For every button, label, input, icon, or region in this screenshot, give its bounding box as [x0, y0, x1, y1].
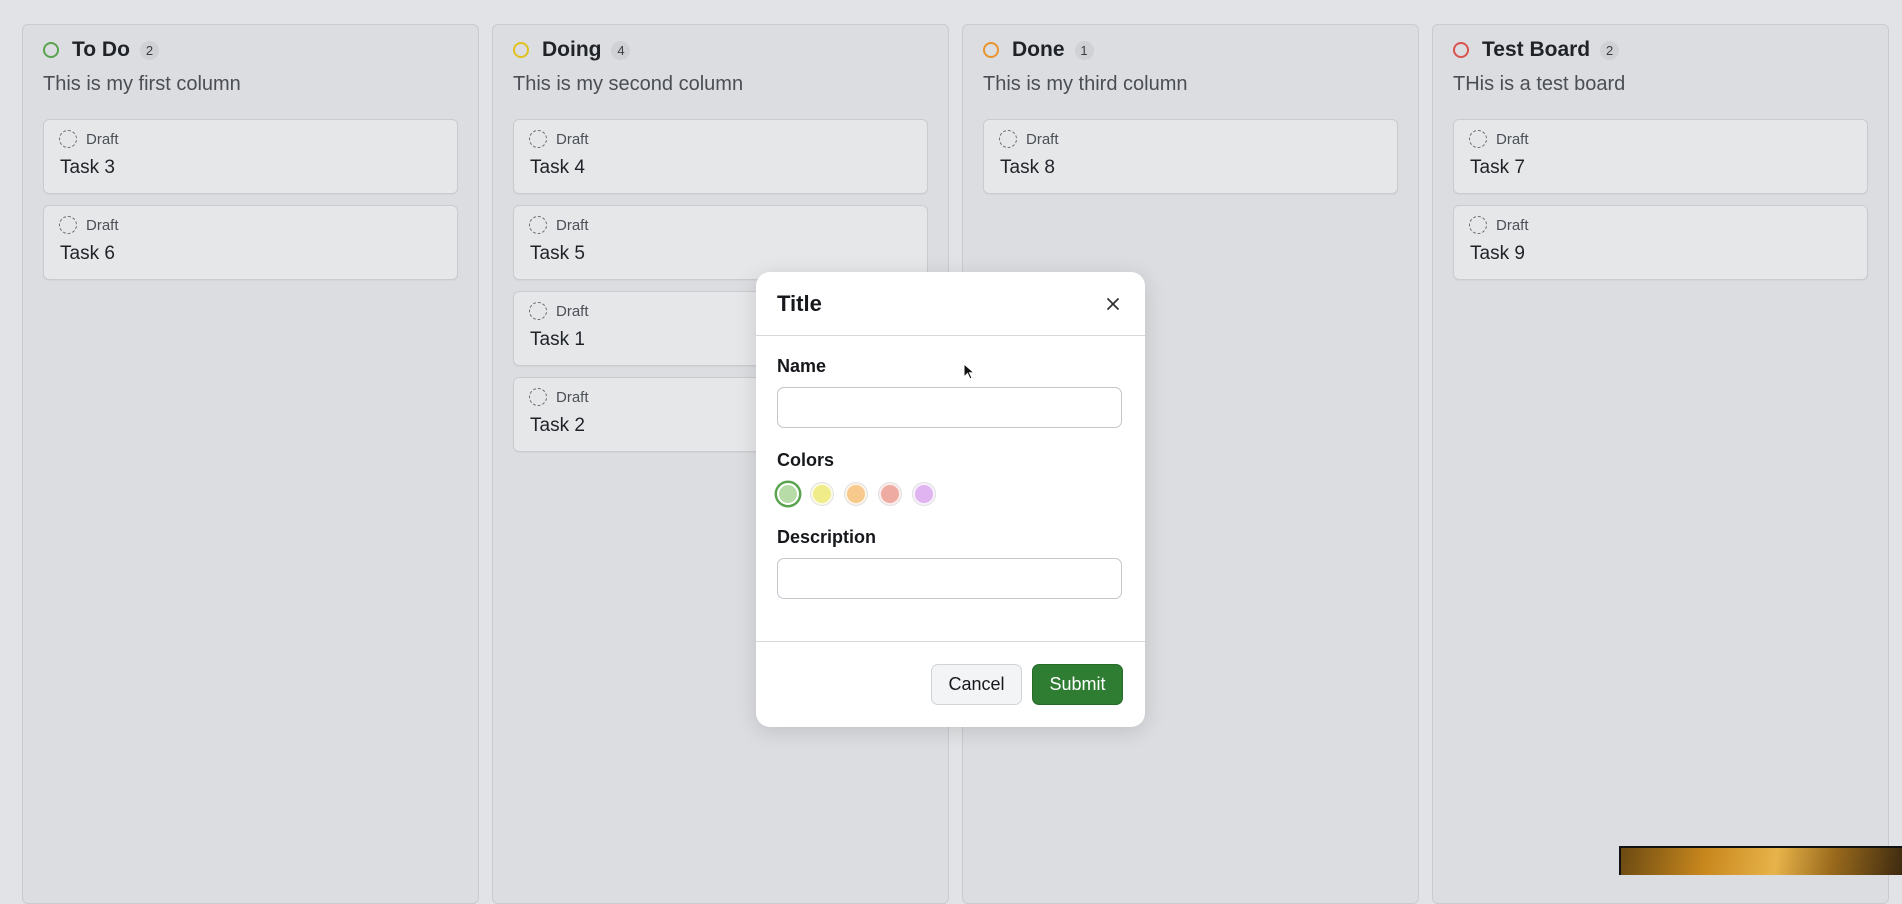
card-title: Task 2	[530, 415, 585, 436]
card-status: Draft	[529, 216, 589, 234]
task-card[interactable]: Draft Task 9	[1453, 205, 1868, 280]
card-status-label: Draft	[556, 302, 589, 320]
task-card[interactable]: Draft Task 5	[513, 205, 928, 280]
draft-status-icon	[529, 130, 547, 148]
card-status: Draft	[1469, 216, 1529, 234]
column-count-badge: 2	[139, 40, 159, 60]
description-input[interactable]	[777, 558, 1122, 599]
column-count-badge: 4	[611, 40, 631, 60]
name-label: Name	[777, 356, 827, 376]
column-header: Done 1	[983, 37, 1094, 63]
mouse-cursor-icon	[963, 363, 976, 380]
dialog-divider	[756, 641, 1145, 642]
card-status: Draft	[529, 302, 589, 320]
draft-status-icon	[1469, 216, 1487, 234]
column-description: This is my second column	[513, 73, 744, 95]
card-title: Task 4	[530, 157, 585, 178]
task-card[interactable]: Draft Task 7	[1453, 119, 1868, 194]
card-status-label: Draft	[1026, 130, 1059, 148]
color-swatch-yellow[interactable]	[811, 483, 833, 505]
card-title: Task 5	[530, 243, 585, 264]
card-status: Draft	[529, 388, 589, 406]
card-status-label: Draft	[1496, 216, 1529, 234]
colors-label: Colors	[777, 450, 835, 470]
status-ring-icon	[513, 42, 529, 58]
column-header: Test Board 2	[1453, 37, 1620, 63]
task-card[interactable]: Draft Task 4	[513, 119, 928, 194]
card-title: Task 3	[60, 157, 115, 178]
draft-status-icon	[1469, 130, 1487, 148]
card-status: Draft	[999, 130, 1059, 148]
card-title: Task 6	[60, 243, 115, 264]
task-card[interactable]: Draft Task 8	[983, 119, 1398, 194]
cancel-button[interactable]: Cancel	[931, 664, 1022, 705]
card-status-label: Draft	[556, 130, 589, 148]
name-input[interactable]	[777, 387, 1122, 428]
card-title: Task 1	[530, 329, 585, 350]
dialog-divider	[756, 335, 1145, 336]
card-status: Draft	[59, 130, 119, 148]
column-header: To Do 2	[43, 37, 159, 63]
column-title: Done	[1012, 38, 1065, 61]
card-title: Task 9	[1470, 243, 1525, 264]
draft-status-icon	[999, 130, 1017, 148]
color-swatch-orange[interactable]	[845, 483, 867, 505]
dialog-title: Title	[777, 291, 822, 316]
status-ring-icon	[983, 42, 999, 58]
status-ring-icon	[1453, 42, 1469, 58]
draft-status-icon	[59, 216, 77, 234]
status-ring-icon	[43, 42, 59, 58]
column-description: This is my third column	[983, 73, 1188, 95]
card-status: Draft	[59, 216, 119, 234]
column-title: Test Board	[1482, 38, 1591, 61]
column-title: Doing	[542, 38, 602, 61]
color-swatch-green[interactable]	[777, 483, 799, 505]
card-title: Task 8	[1000, 157, 1055, 178]
task-card[interactable]: Draft Task 3	[43, 119, 458, 194]
draft-status-icon	[59, 130, 77, 148]
close-icon	[1107, 298, 1119, 310]
description-label: Description	[777, 527, 877, 547]
submit-button[interactable]: Submit	[1032, 664, 1123, 705]
card-status-label: Draft	[556, 216, 589, 234]
create-column-dialog: Title Name Colors Description Cancel Sub…	[756, 272, 1145, 727]
draft-status-icon	[529, 216, 547, 234]
card-status: Draft	[1469, 130, 1529, 148]
card-status: Draft	[529, 130, 589, 148]
card-status-label: Draft	[1496, 130, 1529, 148]
color-swatch-purple[interactable]	[913, 483, 935, 505]
column-description: This is my first column	[43, 73, 241, 95]
column-title: To Do	[72, 38, 130, 61]
column-test-board: Test Board 2 THis is a test board Draft …	[1432, 24, 1889, 904]
column-count-badge: 2	[1600, 40, 1620, 60]
card-title: Task 7	[1470, 157, 1525, 178]
close-button[interactable]	[1099, 290, 1127, 318]
column-count-badge: 1	[1074, 40, 1094, 60]
card-status-label: Draft	[86, 130, 119, 148]
column-to-do: To Do 2 This is my first column Draft Ta…	[22, 24, 479, 904]
color-swatch-red[interactable]	[879, 483, 901, 505]
column-description: THis is a test board	[1453, 73, 1626, 95]
video-overlay-thumbnail	[1619, 846, 1902, 875]
card-status-label: Draft	[556, 388, 589, 406]
column-header: Doing 4	[513, 37, 631, 63]
draft-status-icon	[529, 388, 547, 406]
card-status-label: Draft	[86, 216, 119, 234]
draft-status-icon	[529, 302, 547, 320]
color-picker	[777, 483, 947, 505]
task-card[interactable]: Draft Task 6	[43, 205, 458, 280]
